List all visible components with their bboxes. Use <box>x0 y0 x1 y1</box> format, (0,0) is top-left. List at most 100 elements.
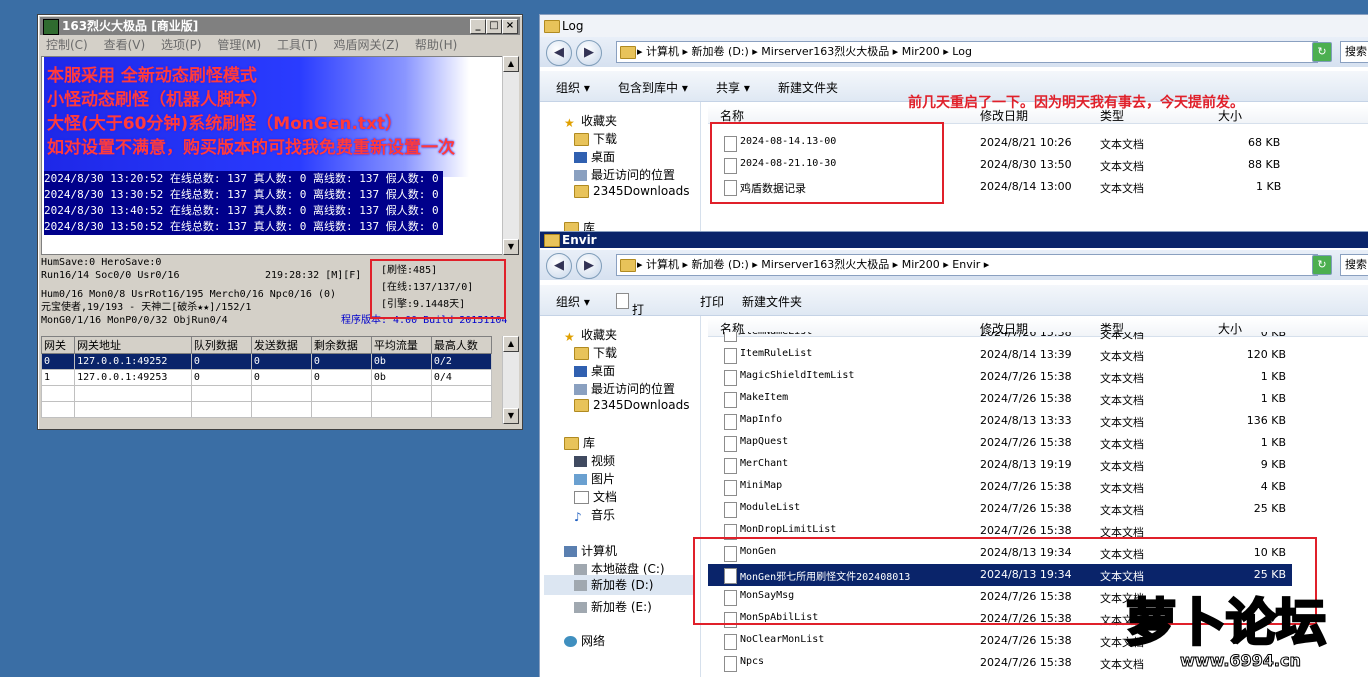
nav-computer[interactable]: 计算机 <box>564 542 617 559</box>
log-scrollbar[interactable]: ▲ ▼ <box>502 56 519 255</box>
log-search-input[interactable]: 搜索 <box>1340 41 1368 63</box>
log-line: 2024/8/30 13:50:52 在线总数: 137 真人数: 0 离线数:… <box>44 219 443 235</box>
col-sent[interactable]: 发送数据 <box>250 336 312 354</box>
nav-network[interactable]: 网络 <box>564 632 605 649</box>
col-avg-flow[interactable]: 平均流量 <box>370 336 432 354</box>
text-file-icon <box>724 458 737 474</box>
text-file-icon <box>724 480 737 496</box>
nav-recent[interactable]: 最近访问的位置 <box>574 380 675 397</box>
cmd-print[interactable]: 打印 <box>700 293 724 310</box>
envir-address-field[interactable]: ▸ 计算机 ▸ 新加卷 (D:) ▸ Mirserver163烈火大极品 ▸ M… <box>616 254 1318 276</box>
cell: 0 <box>190 369 252 386</box>
scroll-up-icon[interactable]: ▲ <box>503 336 519 352</box>
col-address[interactable]: 网关地址 <box>74 336 192 354</box>
nav-2345downloads[interactable]: 2345Downloads <box>574 184 689 198</box>
cmd-new-folder[interactable]: 新建文件夹 <box>742 293 802 310</box>
folder-icon <box>574 399 589 412</box>
file-size: 0 KB <box>1260 332 1286 339</box>
menu-gateway[interactable]: 鸡盾网关(Z) <box>334 38 400 52</box>
cell: 1 <box>40 369 76 386</box>
list-item[interactable]: MakeItem 2024/7/26 15:38 文本文档 1 KB <box>708 388 1292 410</box>
nav-desktop[interactable]: 桌面 <box>574 362 615 379</box>
scroll-down-icon[interactable]: ▼ <box>503 408 519 424</box>
folder-icon <box>574 185 589 198</box>
list-item[interactable]: ItemNameList 2024/7/26 15:38 文本文档 0 KB <box>708 332 1292 344</box>
file-date: 2024/7/26 15:38 <box>980 436 1072 449</box>
close-button[interactable]: × <box>502 19 518 34</box>
menu-control[interactable]: 控制(C) <box>46 38 88 52</box>
minimize-button[interactable]: _ <box>470 19 486 34</box>
menu-options[interactable]: 选项(P) <box>161 38 202 52</box>
nav-drive-e[interactable]: 新加卷 (E:) <box>574 598 652 615</box>
scroll-down-icon[interactable]: ▼ <box>503 239 519 255</box>
nav-downloads[interactable]: 下载 <box>574 130 617 147</box>
banner-line: 大怪(大于60分钟)系统刷怪（MonGen.txt） <box>47 114 403 134</box>
list-item[interactable]: MiniMap 2024/7/26 15:38 文本文档 4 KB <box>708 476 1292 498</box>
forward-icon[interactable]: ▶ <box>576 40 602 66</box>
server-titlebar[interactable]: 163烈火大极品 [商业版] _ □ × <box>40 17 520 35</box>
log-titlebar[interactable]: Log <box>540 15 1368 37</box>
cmd-new-folder[interactable]: 新建文件夹 <box>778 79 838 96</box>
refresh-icon[interactable]: ↻ <box>1312 42 1332 62</box>
nav-label: 图片 <box>591 472 616 486</box>
nav-2345downloads[interactable]: 2345Downloads <box>574 398 689 412</box>
list-item[interactable]: ItemRuleList 2024/8/14 13:39 文本文档 120 KB <box>708 344 1292 366</box>
nav-recent[interactable]: 最近访问的位置 <box>574 166 675 183</box>
server-window: 163烈火大极品 [商业版] _ □ × 控制(C) 查看(V) 选项(P) 管… <box>37 14 523 430</box>
text-file-icon <box>724 392 737 408</box>
nav-library[interactable]: 库 <box>564 434 595 451</box>
col-gateway[interactable]: 网关 <box>40 336 76 354</box>
banner-line: 本服采用 全新动态刷怪模式 <box>47 66 257 86</box>
forward-icon[interactable]: ▶ <box>576 253 602 279</box>
col-queue[interactable]: 队列数据 <box>190 336 252 354</box>
file-date: 2024/7/26 15:38 <box>980 370 1072 383</box>
list-item[interactable]: MapInfo 2024/8/13 13:33 文本文档 136 KB <box>708 410 1292 432</box>
nav-drive-d[interactable]: 新加卷 (D:) <box>544 575 694 595</box>
log-address-bar: ◀ ▶ ▸ 计算机 ▸ 新加卷 (D:) ▸ Mirserver163烈火大极品… <box>540 37 1368 67</box>
file-name: NoClearMonList <box>740 634 825 645</box>
envir-address-bar: ◀ ▶ ▸ 计算机 ▸ 新加卷 (D:) ▸ Mirserver163烈火大极品… <box>540 250 1368 280</box>
list-item[interactable]: MapQuest 2024/7/26 15:38 文本文档 1 KB <box>708 432 1292 454</box>
maximize-button[interactable]: □ <box>486 19 502 34</box>
table-row[interactable]: 1 127.0.0.1:49253 0 0 0 0b 0/4 <box>40 369 493 386</box>
refresh-icon[interactable]: ↻ <box>1312 255 1332 275</box>
server-log[interactable]: 2024/8/30 13:20:52 在线总数: 137 真人数: 0 离线数:… <box>41 56 504 255</box>
folder-icon <box>620 46 636 59</box>
menu-tools[interactable]: 工具(T) <box>277 38 318 52</box>
menu-help[interactable]: 帮助(H) <box>415 38 457 52</box>
col-max-users[interactable]: 最高人数 <box>430 336 493 354</box>
log-address-field[interactable]: ▸ 计算机 ▸ 新加卷 (D:) ▸ Mirserver163烈火大极品 ▸ M… <box>616 41 1318 63</box>
nav-label: 本地磁盘 (C:) <box>591 562 665 576</box>
nav-pictures[interactable]: 图片 <box>574 470 615 487</box>
nav-favorites[interactable]: ★ 收藏夹 <box>564 326 617 344</box>
recent-places-icon <box>574 384 587 395</box>
list-item[interactable]: MagicShieldItemList 2024/7/26 15:38 文本文档 1 … <box>708 366 1292 388</box>
menu-manage[interactable]: 管理(M) <box>217 38 261 52</box>
table-scrollbar[interactable]: ▲ ▼ <box>502 336 519 424</box>
cmd-organize[interactable]: 组织 ▾ <box>556 293 590 310</box>
nav-documents[interactable]: 文档 <box>574 488 617 505</box>
envir-titlebar[interactable]: Envir <box>540 232 1368 248</box>
col-remain[interactable]: 剩余数据 <box>310 336 372 354</box>
cmd-share[interactable]: 共享 ▾ <box>716 79 750 96</box>
cmd-include-library[interactable]: 包含到库中 ▾ <box>618 79 688 96</box>
nav-videos[interactable]: 视频 <box>574 452 615 469</box>
nav-desktop[interactable]: 桌面 <box>574 148 615 165</box>
cmd-organize[interactable]: 组织 ▾ <box>556 79 590 96</box>
status-clock: 219:28:32 [M][F] <box>265 270 362 281</box>
table-row[interactable]: 0 127.0.0.1:49252 0 0 0 0b 0/2 <box>40 353 493 370</box>
scroll-up-icon[interactable]: ▲ <box>503 56 519 72</box>
file-date: 2024/7/26 15:38 <box>980 656 1072 669</box>
back-icon[interactable]: ◀ <box>546 40 572 66</box>
recent-places-icon <box>574 170 587 181</box>
menu-view[interactable]: 查看(V) <box>104 38 146 52</box>
nav-downloads[interactable]: 下载 <box>574 344 617 361</box>
list-item[interactable]: MerChant 2024/8/13 19:19 文本文档 9 KB <box>708 454 1292 476</box>
file-type: 文本文档 <box>1100 138 1144 151</box>
envir-address-text: ▸ 计算机 ▸ 新加卷 (D:) ▸ Mirserver163烈火大极品 ▸ M… <box>637 258 990 271</box>
envir-search-input[interactable]: 搜索 <box>1340 254 1368 276</box>
nav-favorites[interactable]: ★ 收藏夹 <box>564 112 617 130</box>
nav-music[interactable]: ♪ 音乐 <box>574 506 615 524</box>
back-icon[interactable]: ◀ <box>546 253 572 279</box>
list-item[interactable]: ModuleList 2024/7/26 15:38 文本文档 25 KB <box>708 498 1292 520</box>
